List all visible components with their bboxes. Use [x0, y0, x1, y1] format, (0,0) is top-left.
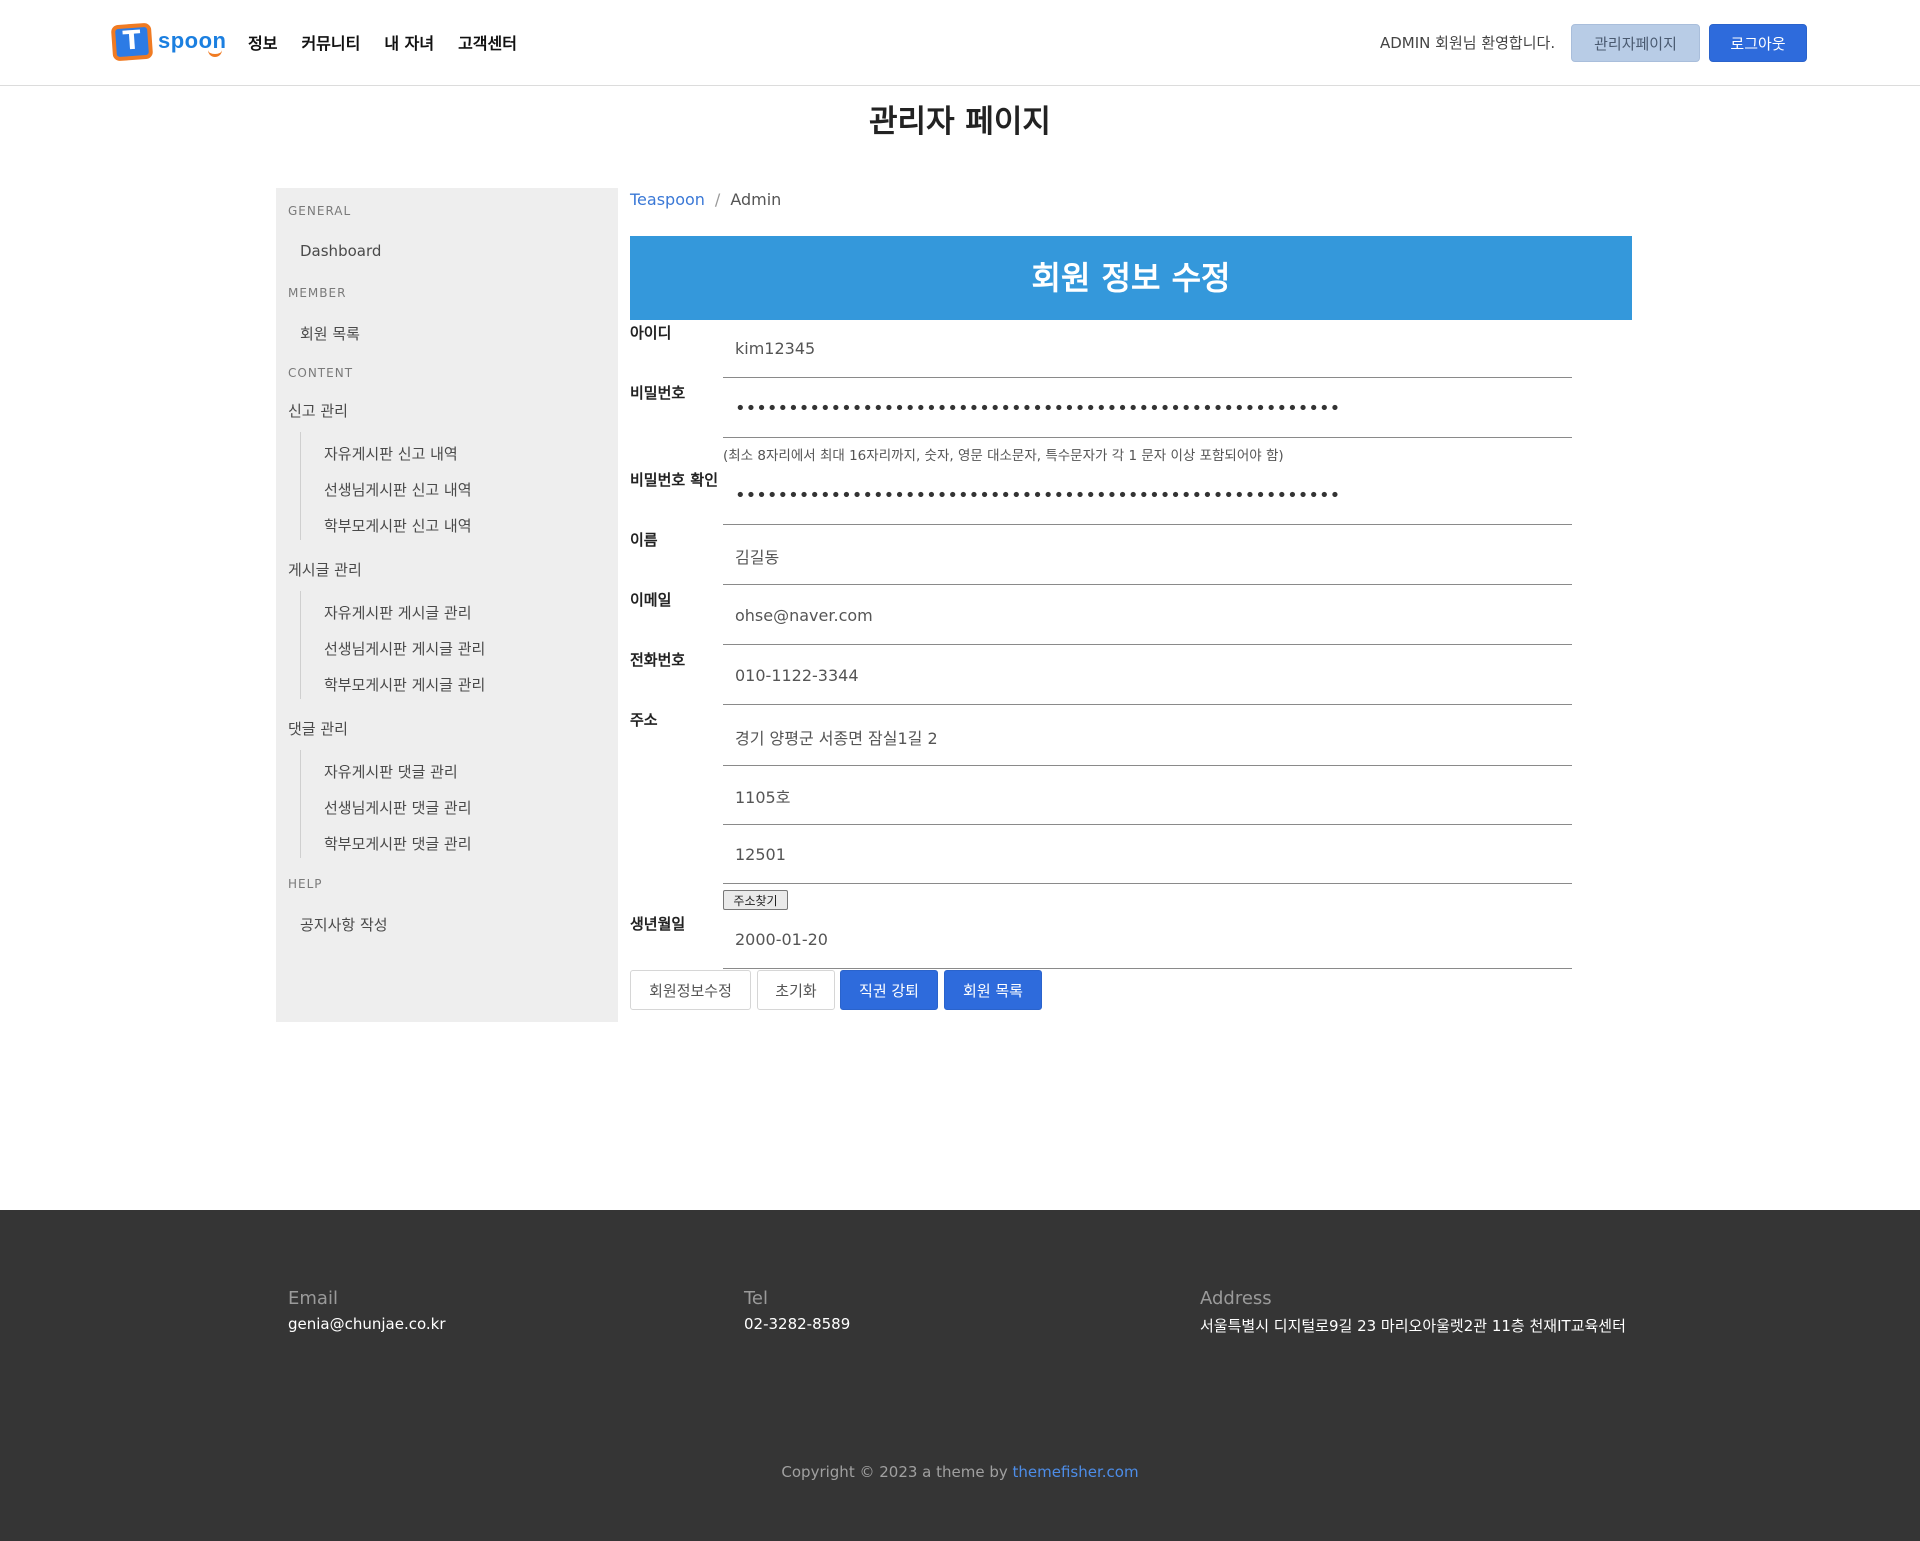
address-search-button[interactable]: 주소찾기 [723, 890, 788, 910]
top-header: T spoon 정보 커뮤니티 내 자녀 고객센터 ADMIN 회원님 환영합니… [0, 0, 1920, 86]
sidebar-item-parent-comment[interactable]: 학부모게시판 댓글 관리 [324, 833, 472, 854]
breadcrumb-separator: / [714, 190, 721, 209]
email-field[interactable]: ohse@naver.com [723, 587, 1572, 645]
admin-sidebar: GENERAL Dashboard MEMBER 회원 목록 CONTENT 신… [276, 188, 618, 1022]
breadcrumb: Teaspoon / Admin [630, 190, 781, 209]
footer-email: Email genia@chunjae.co.kr [288, 1288, 446, 1333]
sidebar-item-parent-post[interactable]: 학부모게시판 게시글 관리 [324, 674, 485, 695]
divider [300, 750, 301, 858]
sidebar-item-notice[interactable]: 공지사항 작성 [300, 914, 388, 935]
breadcrumb-home[interactable]: Teaspoon [630, 190, 705, 209]
footer-tel: Tel 02-3282-8589 [744, 1288, 850, 1333]
divider [300, 432, 301, 540]
footer-tel-label: Tel [744, 1288, 769, 1309]
password-hint: (최소 8자리에서 최대 16자리까지, 숫자, 영문 대소문자, 특수문자가 … [723, 448, 1284, 464]
main-nav: 정보 커뮤니티 내 자녀 고객센터 [248, 30, 517, 54]
logo-mark: T [110, 22, 154, 62]
id-field[interactable]: kim12345 [723, 320, 1572, 378]
copyright: Copyright © 2023 a theme by themefisher.… [0, 1463, 1920, 1481]
id-label: 아이디 [630, 324, 672, 342]
footer-address-label: Address [1200, 1288, 1272, 1309]
themefisher-link[interactable]: themefisher.com [1013, 1463, 1139, 1481]
breadcrumb-current: Admin [730, 190, 782, 209]
section-content: CONTENT [288, 366, 354, 380]
sidebar-item-free-report[interactable]: 자유게시판 신고 내역 [324, 443, 458, 464]
site-footer [0, 1210, 1920, 1541]
email-label: 이메일 [630, 591, 672, 609]
update-member-button[interactable]: 회원정보수정 [630, 970, 751, 1010]
birth-label: 생년월일 [630, 915, 686, 933]
sidebar-item-teacher-report[interactable]: 선생님게시판 신고 내역 [324, 479, 472, 500]
member-list-button[interactable]: 회원 목록 [944, 970, 1042, 1010]
sidebar-item-free-post[interactable]: 자유게시판 게시글 관리 [324, 602, 472, 623]
nav-info[interactable]: 정보 [248, 30, 277, 54]
sidebar-group-report[interactable]: 신고 관리 [288, 400, 348, 421]
reset-button[interactable]: 초기화 [757, 970, 835, 1010]
phone-label: 전화번호 [630, 651, 686, 669]
sidebar-item-teacher-comment[interactable]: 선생님게시판 댓글 관리 [324, 797, 472, 818]
zipcode-field[interactable]: 12501 [723, 826, 1572, 884]
birth-field[interactable]: 2000-01-20 [723, 911, 1572, 969]
sidebar-item-teacher-post[interactable]: 선생님게시판 게시글 관리 [324, 638, 485, 659]
address-field[interactable]: 경기 양평군 서종면 잠실1길 2 [723, 708, 1572, 766]
logo-smile-icon [208, 50, 222, 57]
sidebar-item-free-comment[interactable]: 자유게시판 댓글 관리 [324, 761, 458, 782]
password-confirm-field[interactable]: ••••••••••••••••••••••••••••••••••••••••… [723, 467, 1572, 525]
logout-button[interactable]: 로그아웃 [1709, 24, 1807, 62]
name-field[interactable]: 김길동 [723, 527, 1572, 585]
phone-field[interactable]: 010-1122-3344 [723, 647, 1572, 705]
admin-page-button[interactable]: 관리자페이지 [1571, 24, 1700, 62]
password-field[interactable]: ••••••••••••••••••••••••••••••••••••••••… [723, 380, 1572, 438]
copyright-text: Copyright © 2023 a theme by [781, 1463, 1013, 1481]
welcome-text: ADMIN 회원님 환영합니다. [1380, 34, 1556, 52]
footer-email-label: Email [288, 1288, 338, 1309]
form-title-banner: 회원 정보 수정 [630, 236, 1632, 320]
footer-address-value: 서울특별시 디지털로9길 23 마리오아울렛2관 11층 천재IT교육센터 [1200, 1317, 1626, 1335]
nav-customer-center[interactable]: 고객센터 [458, 30, 517, 54]
sidebar-item-parent-report[interactable]: 학부모게시판 신고 내역 [324, 515, 472, 536]
footer-tel-value: 02-3282-8589 [744, 1315, 851, 1333]
site-logo[interactable]: T spoon [110, 22, 226, 64]
name-label: 이름 [630, 531, 658, 549]
footer-address: Address 서울특별시 디지털로9길 23 마리오아울렛2관 11층 천재I… [1200, 1288, 1626, 1336]
sidebar-item-dashboard[interactable]: Dashboard [300, 242, 381, 260]
sidebar-item-member-list[interactable]: 회원 목록 [300, 323, 360, 344]
sidebar-group-post[interactable]: 게시글 관리 [288, 559, 362, 580]
address-label: 주소 [630, 711, 658, 729]
password-confirm-label: 비밀번호 확인 [630, 471, 719, 489]
section-general: GENERAL [288, 204, 352, 218]
password-label: 비밀번호 [630, 384, 686, 402]
nav-my-child[interactable]: 내 자녀 [384, 30, 434, 54]
expel-member-button[interactable]: 직권 강퇴 [840, 970, 938, 1010]
sidebar-group-comment[interactable]: 댓글 관리 [288, 718, 348, 739]
address-detail-field[interactable]: 1105호 [723, 767, 1572, 825]
page-title: 관리자 페이지 [869, 104, 1051, 140]
footer-email-value: genia@chunjae.co.kr [288, 1315, 446, 1333]
section-help: HELP [288, 877, 323, 891]
nav-community[interactable]: 커뮤니티 [301, 30, 360, 54]
divider [300, 591, 301, 699]
section-member: MEMBER [288, 286, 347, 300]
